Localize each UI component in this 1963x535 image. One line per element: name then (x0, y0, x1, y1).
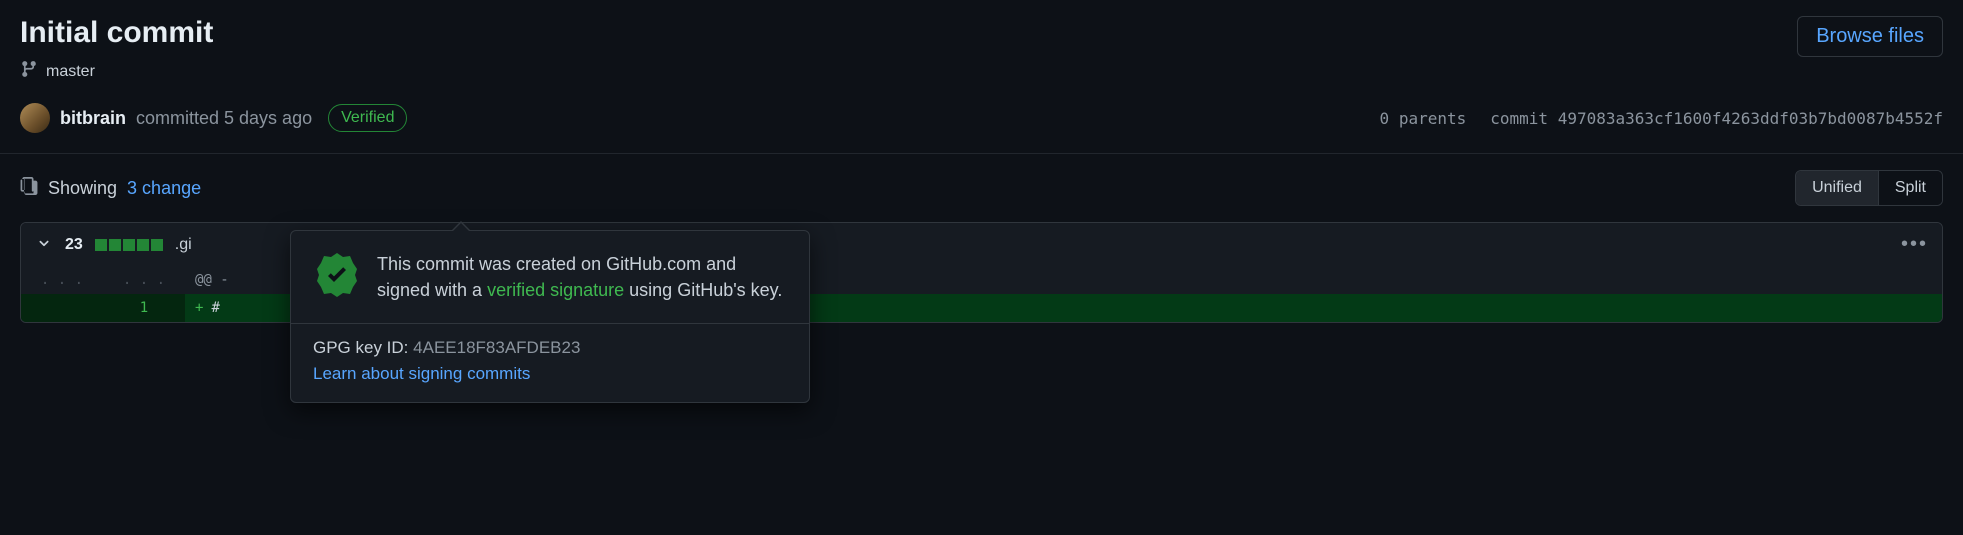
commit-title: Initial commit (20, 16, 213, 50)
new-line-number: 1 (103, 294, 185, 322)
split-view-button[interactable]: Split (1878, 171, 1942, 205)
changed-files-link[interactable]: 3 change (127, 178, 201, 199)
code-line: +# (185, 294, 230, 322)
verified-badge[interactable]: Verified (328, 104, 407, 132)
file-diff-icon[interactable] (20, 177, 38, 200)
git-branch-icon (20, 60, 38, 83)
verified-signature-text: verified signature (487, 280, 624, 300)
browse-files-button[interactable]: Browse files (1797, 16, 1943, 57)
popover-text: This commit was created on GitHub.com an… (377, 251, 787, 303)
committed-time: committed 5 days ago (136, 108, 312, 129)
old-line-number (21, 294, 103, 322)
file-name[interactable]: .gi (175, 236, 192, 254)
author-link[interactable]: bitbrain (60, 108, 126, 129)
parents-count: 0 parents (1380, 109, 1467, 128)
diff-view-toggle: Unified Split (1795, 170, 1943, 206)
file-change-count: 23 (65, 236, 83, 254)
unified-view-button[interactable]: Unified (1796, 171, 1878, 205)
expand-hunk-icon[interactable]: . . . (103, 266, 185, 294)
verified-seal-icon (313, 251, 361, 299)
commit-sha: commit 497083a363cf1600f4263ddf03b7bd008… (1490, 109, 1943, 128)
verified-popover: This commit was created on GitHub.com an… (290, 230, 810, 403)
branch-name[interactable]: master (46, 63, 95, 81)
kebab-menu-icon[interactable]: ••• (1901, 233, 1928, 256)
avatar[interactable] (20, 103, 50, 133)
expand-hunk-icon[interactable]: . . . (21, 266, 103, 294)
gpg-key-label: GPG key ID: (313, 338, 408, 357)
diff-stat-blocks (95, 239, 163, 251)
hunk-header: @@ - (185, 266, 239, 294)
showing-label: Showing (48, 178, 117, 199)
chevron-down-icon[interactable] (35, 234, 53, 255)
gpg-key-id: 4AEE18F83AFDEB23 (413, 338, 580, 357)
learn-signing-link[interactable]: Learn about signing commits (313, 364, 787, 384)
